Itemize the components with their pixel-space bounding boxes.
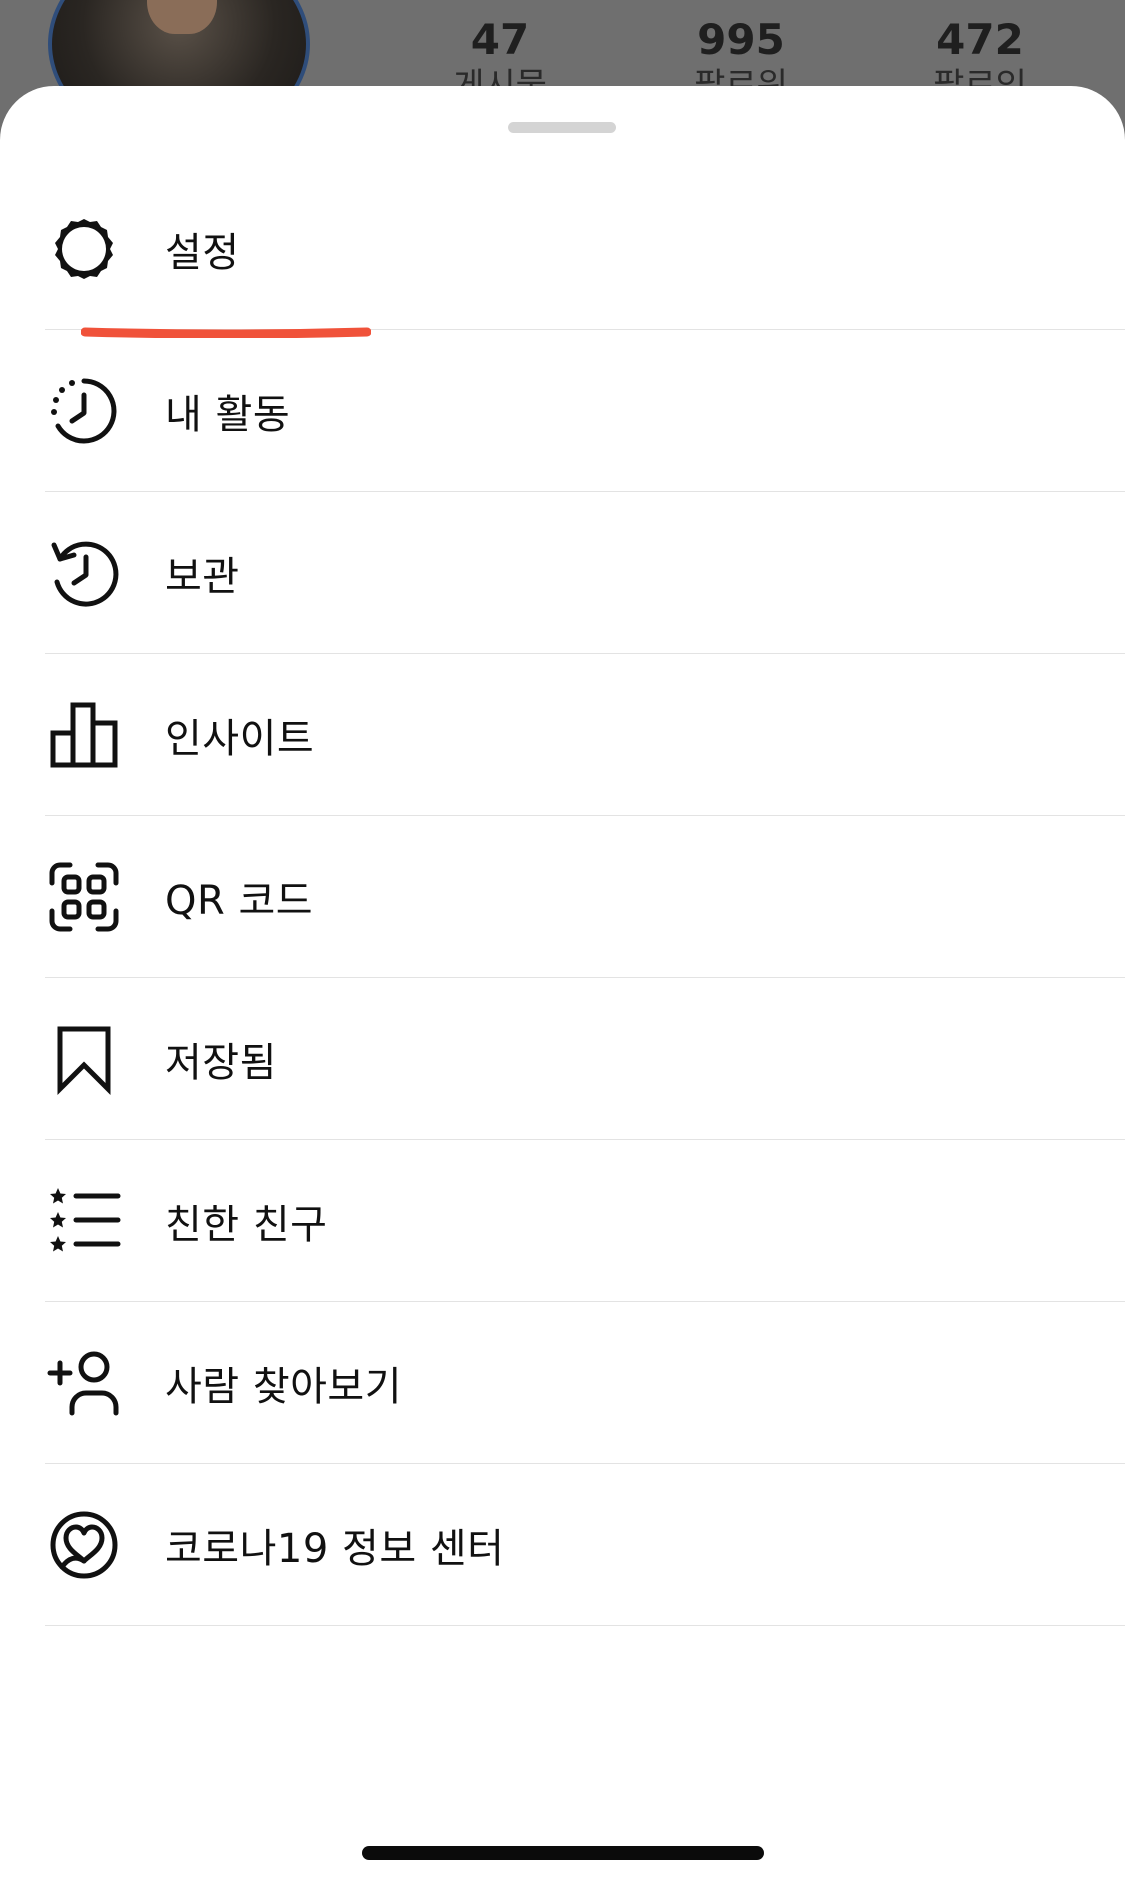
settings-gear-icon [48, 213, 120, 285]
menu-item-archive[interactable]: 보관 [45, 492, 1125, 654]
archive-history-icon [48, 537, 120, 609]
qr-code-scan-icon [48, 861, 120, 933]
menu-item-close-friends[interactable]: 친한 친구 [45, 1140, 1125, 1302]
menu-list: 설정 내 활동 보관 인사이트 QR 코드 저장됨 친한 친구 사람 찾아보기 … [0, 168, 1125, 1626]
menu-item-label: 설정 [165, 229, 240, 276]
menu-item-insights[interactable]: 인사이트 [45, 654, 1125, 816]
activity-clock-icon [48, 375, 120, 447]
menu-item-label: 내 활동 [165, 391, 291, 438]
close-friends-star-list-icon [48, 1185, 121, 1257]
menu-item-qr-code[interactable]: QR 코드 [45, 816, 1125, 978]
menu-item-label: 친한 친구 [165, 1201, 328, 1248]
menu-item-label: 보관 [165, 553, 240, 600]
home-indicator[interactable] [362, 1846, 764, 1860]
menu-item-covid-info-center[interactable]: 코로나19 정보 센터 [45, 1464, 1125, 1626]
menu-item-discover-people[interactable]: 사람 찾아보기 [45, 1302, 1125, 1464]
menu-item-label: 코로나19 정보 센터 [165, 1525, 505, 1572]
menu-item-settings[interactable]: 설정 [45, 168, 1125, 338]
avatar-photo [147, 0, 217, 34]
posts-count: 47 [470, 15, 530, 64]
add-person-icon [47, 1347, 120, 1419]
following-count: 472 [936, 15, 1024, 64]
menu-item-label: 인사이트 [165, 715, 315, 762]
menu-item-label: 사람 찾아보기 [165, 1363, 403, 1410]
bookmark-icon [48, 1023, 120, 1095]
covid-heart-icon [48, 1509, 120, 1581]
menu-item-label: 저장됨 [165, 1039, 277, 1086]
followers-count: 995 [697, 15, 785, 64]
menu-item-label: QR 코드 [165, 877, 314, 924]
profile-menu-sheet: 설정 내 활동 보관 인사이트 QR 코드 저장됨 친한 친구 사람 찾아보기 … [0, 86, 1125, 1886]
insights-bar-chart-icon [48, 699, 120, 771]
menu-item-activity[interactable]: 내 활동 [45, 330, 1125, 492]
sheet-grabber[interactable] [508, 122, 616, 133]
menu-item-saved[interactable]: 저장됨 [45, 978, 1125, 1140]
